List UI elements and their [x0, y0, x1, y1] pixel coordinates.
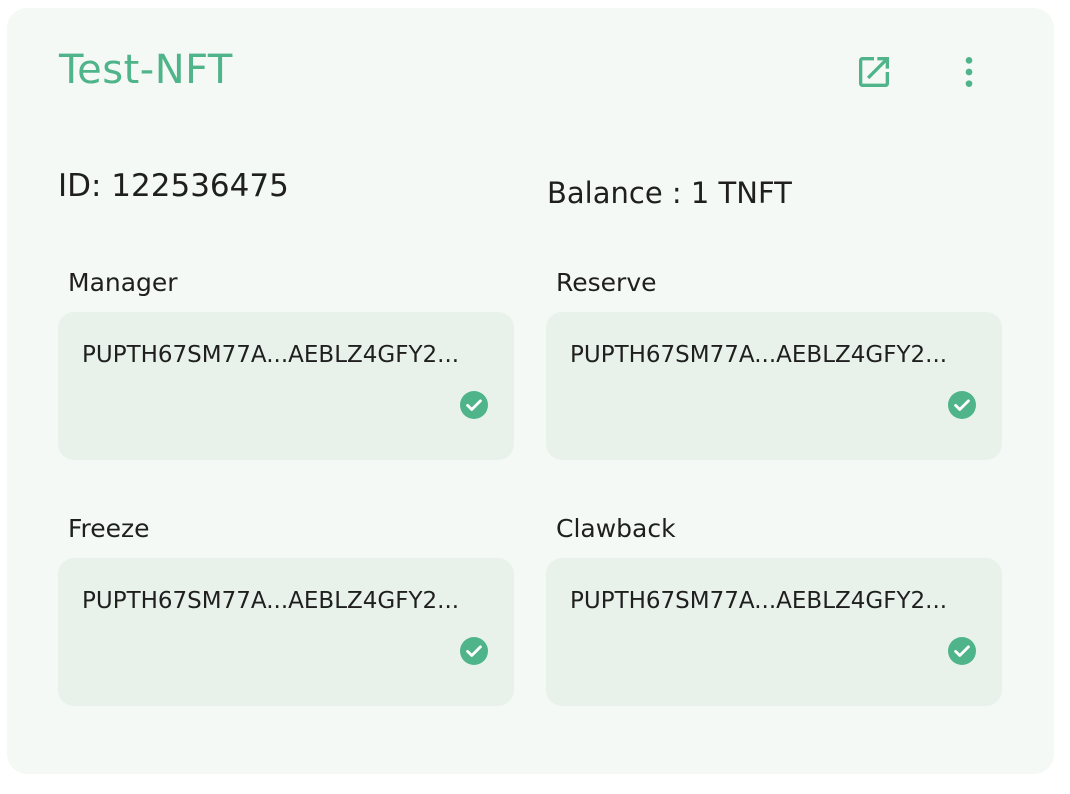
freeze-address: PUPTH67SM77A...AEBLZ4GFY2...	[82, 588, 460, 614]
freeze-address-box[interactable]: PUPTH67SM77A...AEBLZ4GFY2...	[58, 558, 514, 706]
check-circle-icon	[948, 391, 976, 419]
more-vertical-icon	[965, 57, 973, 87]
asset-title: Test-NFT	[59, 47, 233, 93]
clawback-address: PUPTH67SM77A...AEBLZ4GFY2...	[570, 588, 948, 614]
clawback-address-box[interactable]: PUPTH67SM77A...AEBLZ4GFY2...	[546, 558, 1002, 706]
reserve-address: PUPTH67SM77A...AEBLZ4GFY2...	[570, 342, 948, 368]
open-in-new-icon	[859, 57, 889, 87]
check-circle-icon	[460, 391, 488, 419]
reserve-label: Reserve	[556, 268, 657, 297]
manager-label: Manager	[68, 268, 178, 297]
freeze-label: Freeze	[68, 514, 150, 543]
manager-address: PUPTH67SM77A...AEBLZ4GFY2...	[82, 342, 460, 368]
check-circle-icon	[948, 637, 976, 665]
asset-card: Test-NFT ID: 122536475 Balance : 1 TNFT …	[7, 8, 1054, 774]
asset-balance: Balance : 1 TNFT	[547, 176, 792, 210]
manager-address-box[interactable]: PUPTH67SM77A...AEBLZ4GFY2...	[58, 312, 514, 460]
asset-id: ID: 122536475	[58, 168, 289, 204]
check-circle-icon	[460, 637, 488, 665]
reserve-address-box[interactable]: PUPTH67SM77A...AEBLZ4GFY2...	[546, 312, 1002, 460]
clawback-label: Clawback	[556, 514, 676, 543]
open-external-button[interactable]	[850, 48, 898, 96]
more-options-button[interactable]	[945, 48, 993, 96]
